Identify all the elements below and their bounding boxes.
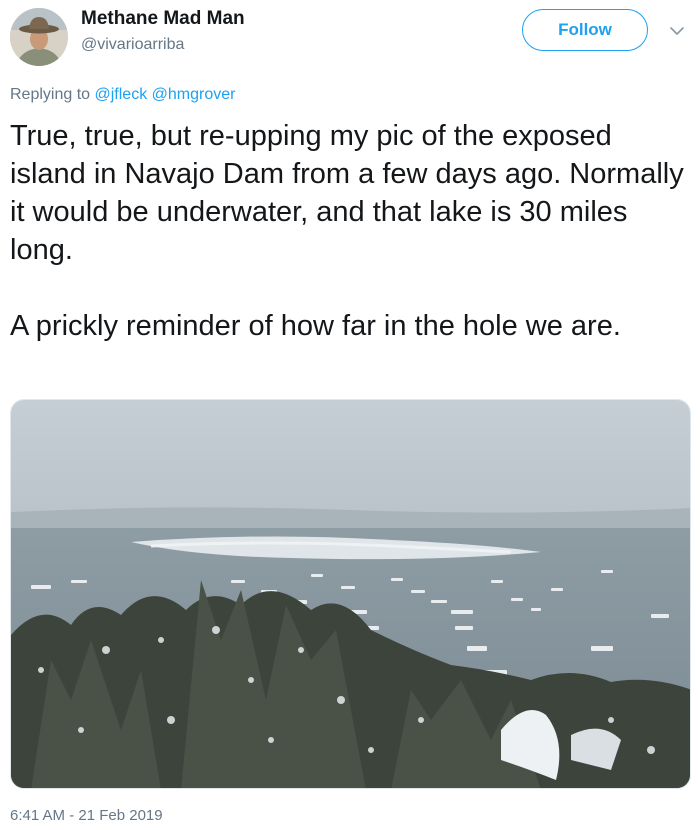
- author-display-name[interactable]: Methane Mad Man: [81, 8, 245, 30]
- tweet-paragraph: True, true, but re-upping my pic of the …: [10, 120, 684, 266]
- tweet-timestamp[interactable]: 6:41 AM - 21 Feb 2019: [10, 807, 163, 824]
- mention-link[interactable]: @jfleck: [95, 86, 148, 103]
- author-handle[interactable]: @vivarioarriba: [81, 36, 184, 54]
- mention-link[interactable]: @hmgrover: [152, 86, 236, 103]
- reply-prefix: Replying to: [10, 86, 91, 103]
- reply-context: Replying to @jfleck @hmgrover: [10, 86, 235, 104]
- lake-photo-image: [11, 400, 690, 788]
- tweet-text: True, true, but re-upping my pic of the …: [10, 117, 690, 345]
- chevron-down-icon[interactable]: [668, 24, 686, 38]
- tweet-photo[interactable]: [10, 399, 691, 789]
- author-avatar[interactable]: [10, 8, 68, 66]
- tweet-paragraph: A prickly reminder of how far in the hol…: [10, 310, 621, 342]
- avatar-image: [10, 8, 68, 66]
- follow-button[interactable]: Follow: [522, 9, 648, 51]
